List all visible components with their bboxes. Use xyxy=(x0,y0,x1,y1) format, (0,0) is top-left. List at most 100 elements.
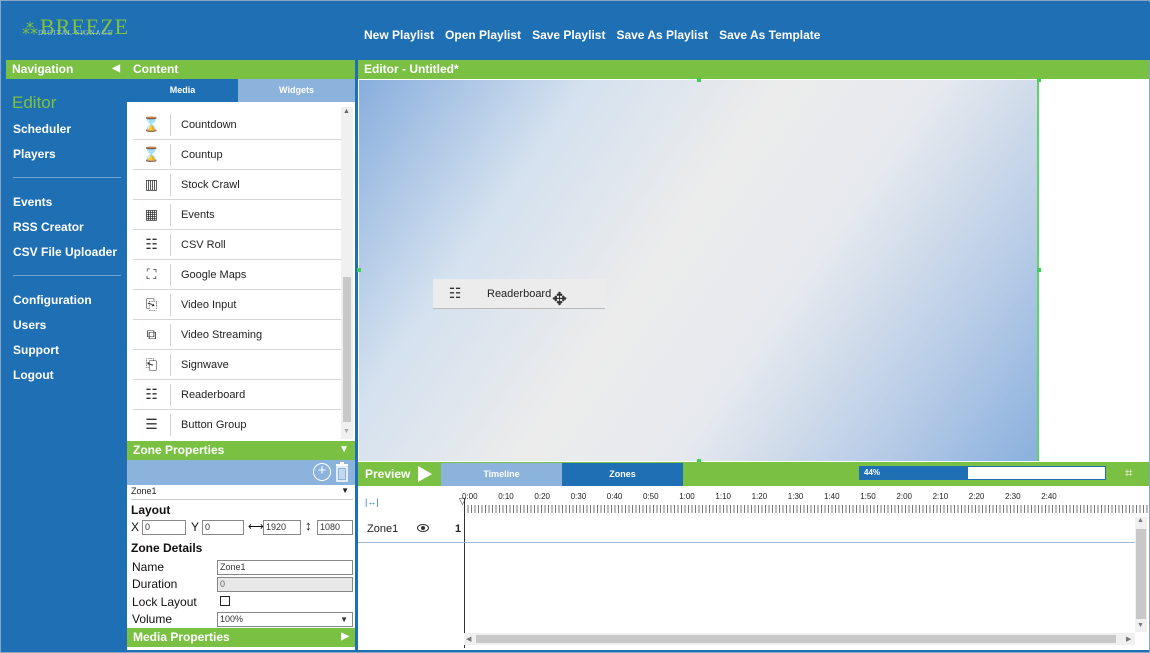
zone-select-value: Zone1 xyxy=(131,486,157,496)
ruler-tick-label: 1:50 xyxy=(860,492,876,501)
x-field[interactable]: 0 xyxy=(142,520,186,535)
widget-item-button-group[interactable]: ☰ Button Group xyxy=(133,410,341,438)
scroll-right-arrow-icon[interactable]: ▶ xyxy=(1126,635,1131,643)
hourglass-icon: ⌛ xyxy=(133,143,171,166)
widget-item-google-maps[interactable]: ⛶ Google Maps xyxy=(133,260,341,290)
content-panel: Content Media Widgets ⌛ Countdown ⌛ Countu… xyxy=(127,60,355,650)
widget-item-countup[interactable]: ⌛ Countup xyxy=(133,140,341,170)
chevron-down-icon: ▼ xyxy=(340,615,348,624)
widget-item-video-streaming[interactable]: ⧉ Video Streaming xyxy=(133,320,341,350)
ruler-tick-label: 0:40 xyxy=(606,492,623,501)
content-header: Content xyxy=(127,60,355,79)
dragging-widget[interactable]: ☷ Readerboard xyxy=(433,279,605,309)
trash-icon[interactable] xyxy=(335,462,349,482)
y-field[interactable]: 0 xyxy=(202,520,244,535)
nav-item-events[interactable]: Events xyxy=(13,190,127,215)
nav-divider xyxy=(13,275,121,276)
volume-label: Volume xyxy=(132,612,173,626)
scroll-down-arrow-icon[interactable]: ▼ xyxy=(1137,622,1144,629)
scrollbar-thumb[interactable] xyxy=(343,277,351,422)
scroll-up-arrow-icon[interactable]: ▲ xyxy=(343,108,350,115)
nav-item-users[interactable]: Users xyxy=(13,313,127,338)
preview-header: Preview Timeline Zones 44% ⌗ xyxy=(358,462,1149,486)
resize-handle[interactable] xyxy=(1037,268,1041,272)
resize-handle[interactable] xyxy=(697,78,701,82)
resize-handle[interactable] xyxy=(357,268,361,272)
tab-zones[interactable]: Zones xyxy=(562,463,683,486)
scroll-down-arrow-icon[interactable]: ▼ xyxy=(343,428,350,435)
nav-item-editor[interactable]: Editor xyxy=(12,93,127,113)
move-cursor-icon: ✥ xyxy=(552,289,568,309)
timeline-track-row[interactable]: Zone1 1 xyxy=(358,517,1138,543)
nav-item-rss-creator[interactable]: RSS Creator xyxy=(13,215,127,240)
widget-item-events[interactable]: ▦ Events xyxy=(133,200,341,230)
play-icon[interactable] xyxy=(418,466,432,482)
scrollbar-thumb[interactable] xyxy=(1136,529,1146,619)
zone-toolbar: + xyxy=(127,460,355,485)
save-as-template-button[interactable]: Save As Template xyxy=(719,28,820,42)
ruler-tick-label: 0:20 xyxy=(534,492,550,501)
widget-label: Signwave xyxy=(181,358,229,371)
editor-header: Editor - Untitled* xyxy=(358,60,1149,79)
volume-select[interactable]: 100% ▼ xyxy=(217,612,353,627)
tab-widgets[interactable]: Widgets xyxy=(238,79,355,102)
zone-select[interactable]: Zone1 ▼ xyxy=(131,486,353,500)
widget-item-stock-crawl[interactable]: ▥ Stock Crawl xyxy=(133,170,341,200)
name-field[interactable]: Zone1 xyxy=(217,560,353,575)
nav-item-csv-file-uploader[interactable]: CSV File Uploader xyxy=(13,240,127,265)
new-playlist-button[interactable]: New Playlist xyxy=(364,28,434,42)
editor-canvas[interactable] xyxy=(357,78,1041,463)
nav-item-support[interactable]: Support xyxy=(13,338,127,363)
widget-item-video-input[interactable]: ⎘ Video Input xyxy=(133,290,341,320)
save-as-playlist-button[interactable]: Save As Playlist xyxy=(616,28,708,42)
list-icon: ☷ xyxy=(133,383,171,406)
widget-label: Countup xyxy=(181,148,223,161)
tab-media[interactable]: Media xyxy=(127,79,238,102)
media-properties-header[interactable]: Media Properties ▶ xyxy=(127,628,355,647)
height-field[interactable]: 1080 xyxy=(317,520,353,535)
x-label: X xyxy=(131,520,140,534)
collapse-left-icon[interactable]: ◀ xyxy=(112,63,120,74)
widget-item-countdown[interactable]: ⌛ Countdown xyxy=(133,110,341,140)
zone-properties-header[interactable]: Zone Properties ▼ xyxy=(127,441,355,460)
top-menu: New Playlist Open Playlist Save Playlist… xyxy=(364,28,820,42)
editor-title: Editor - Untitled* xyxy=(364,62,459,76)
video-streaming-icon: ⧉ xyxy=(133,323,171,346)
widget-list-scrollbar[interactable]: ▲ ▼ xyxy=(341,107,353,439)
fit-timeline-icon[interactable]: |↔| xyxy=(365,497,379,507)
ruler-tick-label: 0:50 xyxy=(643,492,659,501)
logo-mark-icon: ⁂ xyxy=(22,21,39,38)
widget-item-csv-roll[interactable]: ☷ CSV Roll xyxy=(133,230,341,260)
resize-handle[interactable] xyxy=(1037,78,1041,82)
save-playlist-button[interactable]: Save Playlist xyxy=(532,28,605,42)
scroll-left-arrow-icon[interactable]: ◀ xyxy=(466,635,471,643)
tab-timeline[interactable]: Timeline xyxy=(441,463,562,486)
nav-item-players[interactable]: Players xyxy=(13,142,127,167)
timeline-horizontal-scrollbar[interactable]: ◀ ▶ xyxy=(464,633,1135,645)
open-playlist-button[interactable]: Open Playlist xyxy=(445,28,521,42)
width-field[interactable]: 1920 xyxy=(263,520,301,535)
chevron-down-icon: ▼ xyxy=(339,444,349,455)
widget-label: Stock Crawl xyxy=(181,178,240,191)
timeline-vertical-scrollbar[interactable]: ▲ ▼ xyxy=(1135,517,1147,632)
ruler-tick-label: 1:30 xyxy=(787,492,804,501)
widget-item-readerboard[interactable]: ☷ Readerboard xyxy=(133,380,341,410)
chevron-right-icon: ▶ xyxy=(341,631,349,642)
list-icon: ☷ xyxy=(448,285,462,301)
nav-item-configuration[interactable]: Configuration xyxy=(13,288,127,313)
nav-item-logout[interactable]: Logout xyxy=(13,363,127,388)
add-zone-icon[interactable]: + xyxy=(313,463,331,481)
chevron-down-icon: ▼ xyxy=(341,486,349,495)
scrollbar-thumb[interactable] xyxy=(476,635,1116,643)
nav-item-scheduler[interactable]: Scheduler xyxy=(13,117,127,142)
scroll-up-arrow-icon[interactable]: ▲ xyxy=(1137,517,1144,524)
zone-details-heading: Zone Details xyxy=(131,541,203,555)
volume-value: 100% xyxy=(220,614,244,624)
eye-icon[interactable] xyxy=(417,524,429,532)
fit-to-screen-icon[interactable]: ⌗ xyxy=(1125,465,1140,480)
navigation-header: Navigation ◀ xyxy=(6,60,127,79)
list-icon: ☷ xyxy=(133,233,171,256)
lock-layout-checkbox[interactable] xyxy=(220,596,230,606)
zoom-slider[interactable]: 44% xyxy=(859,466,1106,480)
widget-item-signwave[interactable]: ⎗ Signwave xyxy=(133,350,341,380)
